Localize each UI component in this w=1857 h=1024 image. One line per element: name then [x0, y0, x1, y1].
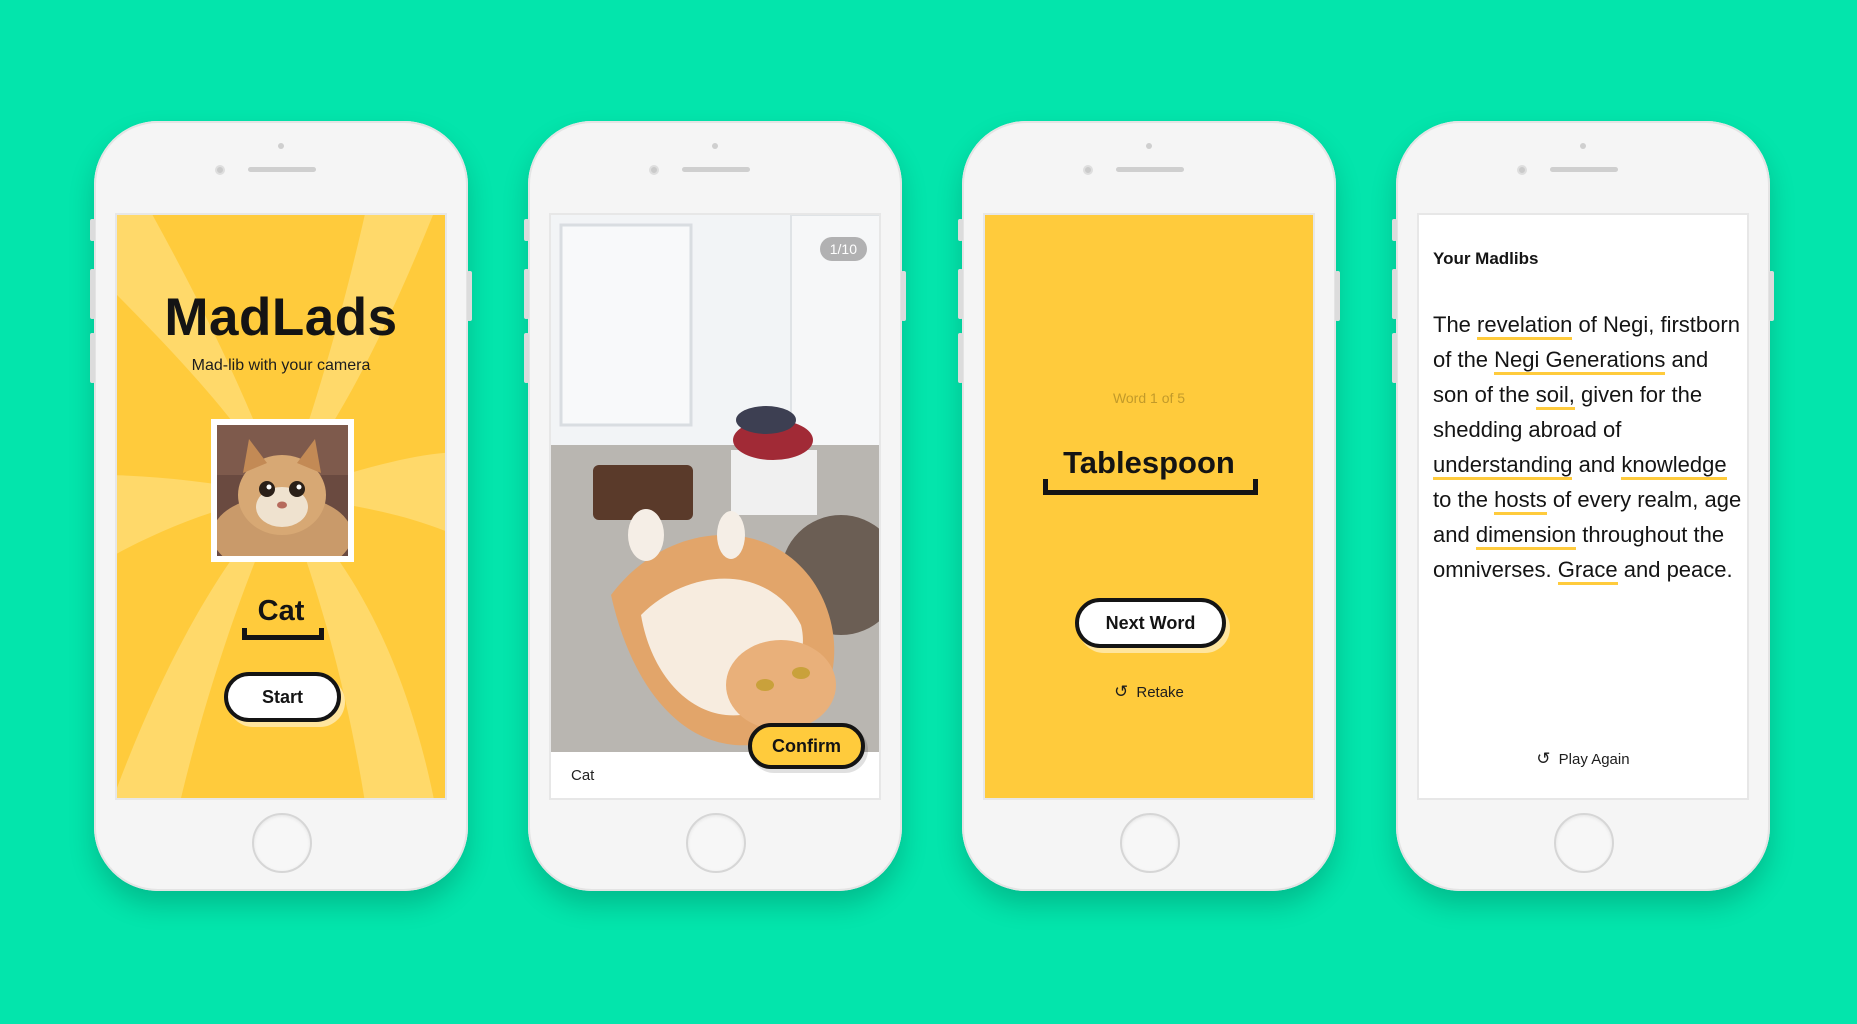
story-text-segment: to the	[1433, 487, 1495, 512]
front-camera	[649, 165, 659, 175]
side-button	[1392, 333, 1397, 383]
madlibs-result-screen: Your Madlibs The revelation of Negi, fir…	[1417, 213, 1749, 800]
home-button	[686, 813, 746, 873]
story-text-segment: and	[1572, 452, 1622, 477]
phone-mockup-2: 1/10 Cat Confirm	[524, 121, 906, 891]
start-button[interactable]: Start	[224, 672, 341, 722]
app-title: MadLads	[164, 288, 398, 347]
retake-icon: ↺	[1114, 682, 1129, 701]
welcome-screen: MadLads Mad-lib with your camera Cat Sta…	[115, 213, 447, 800]
madlib-story-text: The revelation of Negi, firstborn of the…	[1433, 307, 1743, 587]
word-underline-bracket	[1043, 479, 1258, 495]
play-again-link[interactable]: ↺ Play Again	[1419, 749, 1747, 769]
side-button	[90, 219, 95, 241]
speaker	[1550, 167, 1618, 172]
filled-word: Negi Generations	[1494, 347, 1666, 375]
home-button	[1120, 813, 1180, 873]
word-underline-bracket	[242, 628, 324, 640]
cat-photo	[211, 419, 354, 575]
front-camera	[1083, 165, 1093, 175]
filled-word: hosts	[1494, 487, 1547, 515]
side-button	[1392, 219, 1397, 241]
front-camera	[1517, 165, 1527, 175]
speaker	[1116, 167, 1184, 172]
word-progress: Word 1 of 5	[1112, 390, 1186, 406]
side-button	[90, 269, 95, 319]
play-again-icon: ↺	[1536, 749, 1551, 768]
phone-mockup-1: MadLads Mad-lib with your camera Cat Sta…	[90, 121, 472, 891]
phone-mockup-3: Word 1 of 5 Tablespoon Next Word ↺ Retake	[958, 121, 1340, 891]
side-button	[1769, 271, 1774, 321]
photo-counter: 1/10	[819, 237, 867, 261]
cat-image	[212, 425, 352, 575]
side-button	[524, 333, 529, 383]
sensor	[1146, 143, 1152, 149]
side-button	[958, 269, 963, 319]
side-button	[1392, 269, 1397, 319]
side-button	[467, 271, 472, 321]
play-again-label: Play Again	[1558, 751, 1630, 768]
filled-word: understanding	[1433, 452, 1573, 480]
side-button	[958, 219, 963, 241]
photo-caption: Cat	[571, 767, 595, 784]
current-word: Cat	[257, 595, 305, 627]
side-button	[1335, 271, 1340, 321]
side-button	[524, 219, 529, 241]
story-text-segment: The	[1433, 312, 1478, 337]
cat-lying-photo	[551, 215, 879, 752]
story-text-segment: and peace.	[1617, 557, 1733, 582]
phone-mockup-4: Your Madlibs The revelation of Negi, fir…	[1392, 121, 1774, 891]
filled-word: Grace	[1557, 557, 1618, 585]
home-button	[1554, 813, 1614, 873]
side-button	[90, 333, 95, 383]
detected-word: Tablespoon	[1063, 445, 1235, 480]
madlibs-heading: Your Madlibs	[1433, 249, 1539, 268]
home-button	[252, 813, 312, 873]
app-subtitle: Mad-lib with your camera	[191, 357, 371, 374]
sensor	[278, 143, 284, 149]
side-button	[958, 333, 963, 383]
word-result-screen: Word 1 of 5 Tablespoon Next Word ↺ Retake	[983, 213, 1315, 800]
front-camera	[215, 165, 225, 175]
camera-screen: 1/10 Cat Confirm	[549, 213, 881, 800]
speaker	[682, 167, 750, 172]
filled-word: knowledge	[1621, 452, 1727, 480]
sensor	[1580, 143, 1586, 149]
sensor	[712, 143, 718, 149]
filled-word: dimension	[1475, 522, 1577, 550]
speaker	[248, 167, 316, 172]
camera-preview[interactable]: 1/10	[551, 215, 879, 752]
confirm-button[interactable]: Confirm	[748, 723, 865, 769]
side-button	[901, 271, 906, 321]
next-word-button[interactable]: Next Word	[1075, 598, 1226, 648]
filled-word: soil,	[1535, 382, 1575, 410]
retake-label: Retake	[1136, 684, 1184, 701]
retake-link[interactable]: ↺ Retake	[985, 682, 1313, 702]
filled-word: revelation	[1477, 312, 1573, 340]
side-button	[524, 269, 529, 319]
